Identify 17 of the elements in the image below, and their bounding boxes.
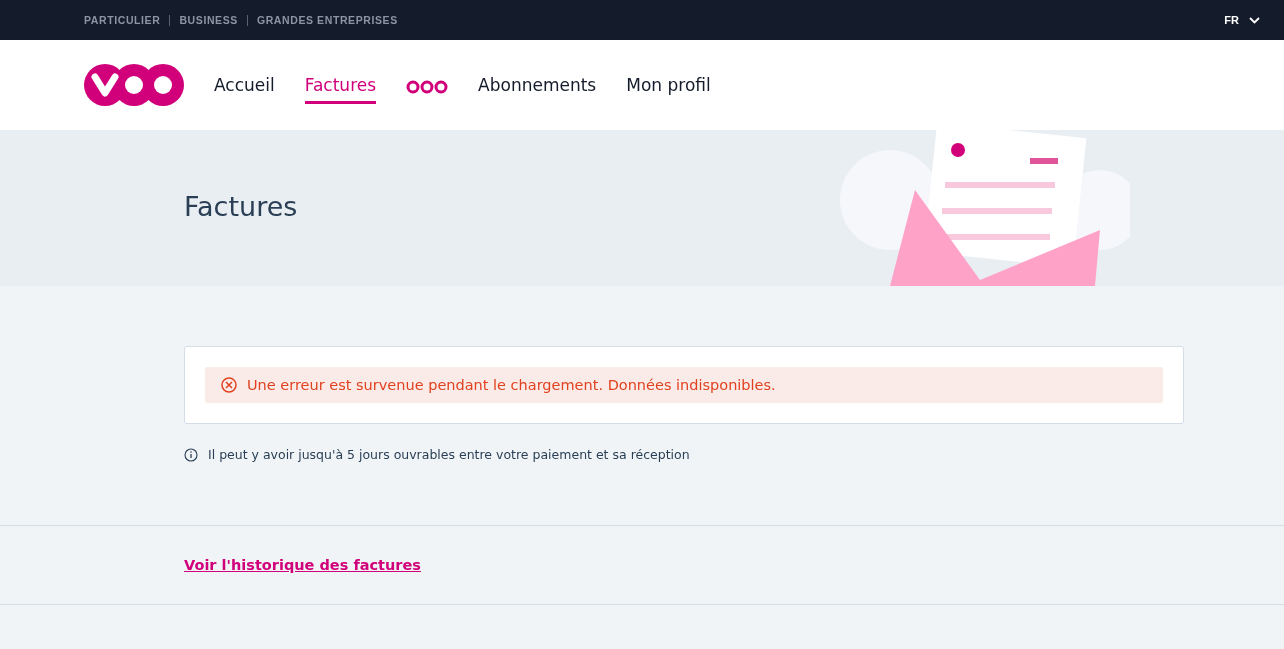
- info-icon: [184, 447, 198, 462]
- info-text: Il peut y avoir jusqu'à 5 jours ouvrables entre votre paiement et sa réception: [208, 447, 690, 462]
- history-link[interactable]: Voir l'historique des factures: [184, 557, 421, 573]
- nav-tab[interactable]: Abonnements: [478, 69, 597, 104]
- page-title: Factures: [184, 190, 298, 224]
- nav-tab[interactable]: Accueil: [214, 69, 275, 104]
- segment-link[interactable]: GRANDES ENTREPRISES: [256, 14, 398, 26]
- error-message: Une erreur est survenue pendant le chargement. Données indisponibles.: [247, 377, 776, 393]
- more-menu-button[interactable]: [406, 79, 449, 94]
- nav-tab[interactable]: Factures: [304, 69, 377, 104]
- segment-link[interactable]: BUSINESS: [179, 14, 238, 26]
- segment-link[interactable]: PARTICULIER: [84, 14, 161, 26]
- nav-tab[interactable]: Mon profil: [626, 69, 711, 104]
- error-icon: [221, 377, 237, 393]
- language-selector[interactable]: FR: [1224, 14, 1260, 26]
- logo-drawing[interactable]: [84, 64, 184, 106]
- chevron-down-icon: [1249, 16, 1260, 24]
